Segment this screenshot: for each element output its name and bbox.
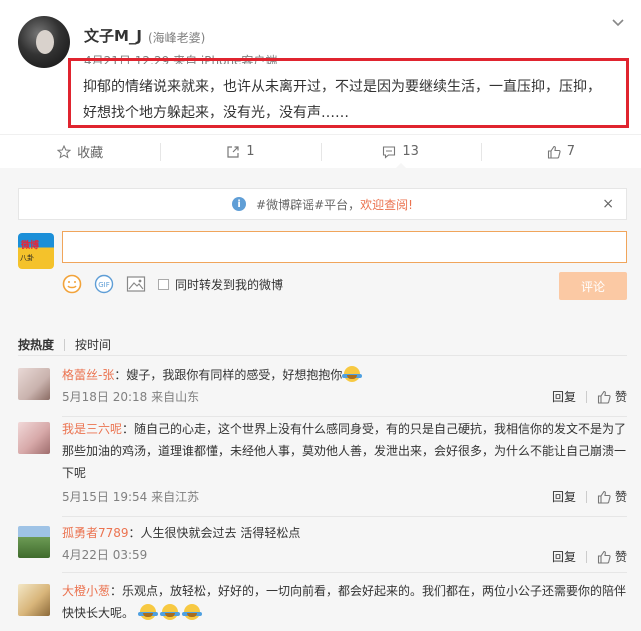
composer-toolbar: GIF 同时转发到我的微博 [62, 274, 283, 294]
star-icon [57, 144, 72, 159]
close-icon[interactable]: × [602, 196, 614, 212]
emoji-icon[interactable] [62, 274, 82, 294]
like-icon[interactable] [597, 490, 611, 504]
like-count: 7 [566, 144, 576, 159]
rumor-notice-banner[interactable]: i #微博辟谣#平台， 欢迎查阅! × [18, 188, 627, 220]
share-icon [227, 145, 239, 158]
forward-label: 同时转发到我的微博 [175, 277, 284, 292]
comment-sort-bar: 按热度 按时间 [18, 336, 111, 353]
sort-by-time[interactable]: 按时间 [75, 336, 111, 353]
commenter-name[interactable]: 大橙小葱 [62, 584, 110, 598]
hug-emoji-icon [138, 604, 159, 620]
comment-actions: 回复 赞 [552, 486, 627, 508]
like-label[interactable]: 赞 [615, 386, 627, 408]
comment-meta: 4月22日 03:59 [62, 548, 148, 562]
comment-item: 孤勇者7789：人生很快就会过去 活得轻松点 4月22日 03:59 回复 赞 [18, 522, 627, 570]
reply-button[interactable]: 回复 [552, 386, 576, 408]
avatar-subtext: 八卦 [20, 254, 34, 262]
info-icon: i [232, 197, 247, 211]
like-icon[interactable] [597, 390, 611, 404]
chevron-down-icon[interactable] [611, 16, 625, 30]
current-user-avatar: 微博 八卦 [18, 233, 54, 269]
author-avatar[interactable] [18, 16, 70, 68]
reply-button[interactable]: 回复 [552, 546, 576, 568]
like-icon[interactable] [597, 550, 611, 564]
comment-meta: 5月18日 20:18 来自山东 [62, 390, 200, 404]
svg-text:GIF: GIF [98, 281, 110, 289]
comment-icon [383, 145, 396, 159]
comment-count: 13 [402, 144, 419, 159]
author-name[interactable]: 文子M_J [84, 25, 142, 46]
favorite-button[interactable]: 收藏 [0, 135, 160, 168]
commenter-name[interactable]: 孤勇者7789 [62, 526, 129, 540]
divider [18, 355, 627, 356]
comment-text: ：嫂子，我跟你有同样的感受，好想抱抱你 [114, 368, 343, 382]
commenter-avatar[interactable] [18, 422, 50, 454]
comment-text: ：随自己的心走，这个世界上没有什么感同身受，有的只是自己硬抗，我相信你的发文不是… [62, 422, 627, 480]
weibo-post-page: 文子M_J (海峰老婆) 4月21日 12:29 来自 iPhone客户端 抑郁… [0, 0, 641, 631]
share-count: 1 [246, 144, 255, 159]
share-button[interactable]: 1 [160, 135, 320, 168]
comment-button[interactable]: 13 [320, 135, 481, 169]
comment-item: 我是三六呢：随自己的心走，这个世界上没有什么感同身受，有的只是自己硬抗，我相信你… [18, 418, 627, 514]
comment-input[interactable] [62, 231, 627, 263]
comment-item: 格蕾丝-张：嫂子，我跟你有同样的感受，好想抱抱你 5月18日 20:18 来自山… [18, 364, 627, 414]
comment-text: ：人生很快就会过去 活得轻松点 [128, 526, 301, 540]
commenter-name[interactable]: 我是三六呢 [62, 422, 122, 436]
hug-emoji-icon [342, 366, 363, 382]
forward-checkbox[interactable] [158, 278, 169, 290]
hug-emoji-icon [160, 604, 181, 620]
commenter-name[interactable]: 格蕾丝-张 [62, 368, 114, 382]
like-label[interactable]: 赞 [615, 486, 627, 508]
commenter-avatar[interactable] [18, 368, 50, 400]
like-label[interactable]: 赞 [615, 546, 627, 568]
favorite-label: 收藏 [77, 146, 104, 161]
comment-item: 大橙小葱：乐观点，放轻松，好好的，一切向前看，都会好起来的。我们都在，两位小公子… [18, 580, 627, 630]
comment-actions: 回复 赞 [552, 386, 627, 408]
comment-meta: 5月15日 19:54 来自江苏 [62, 490, 200, 504]
post-action-bar: 收藏 1 13 7 [0, 134, 641, 169]
avatar-text: 微博 [21, 241, 40, 251]
divider [62, 416, 627, 417]
divider [62, 516, 627, 517]
submit-comment-button[interactable]: 评论 [559, 272, 627, 300]
commenter-avatar[interactable] [18, 526, 50, 558]
sort-by-hot[interactable]: 按热度 [18, 336, 54, 353]
gif-icon[interactable]: GIF [94, 274, 114, 294]
comment-section: i #微博辟谣#平台， 欢迎查阅! × 微博 八卦 GIF 同时转发到我的微博 … [0, 168, 641, 631]
reply-button[interactable]: 回复 [552, 486, 576, 508]
like-button[interactable]: 7 [480, 135, 641, 168]
notice-link[interactable]: 欢迎查阅! [360, 196, 413, 213]
divider [62, 572, 627, 573]
comment-body: 我是三六呢：随自己的心走，这个世界上没有什么感同身受，有的只是自己硬抗，我相信你… [62, 418, 627, 484]
comment-actions: 回复 赞 [552, 546, 627, 568]
like-icon [547, 145, 561, 159]
hug-emoji-icon [182, 604, 203, 620]
post-card: 文子M_J (海峰老婆) 4月21日 12:29 来自 iPhone客户端 抑郁… [0, 0, 641, 130]
comment-body: 格蕾丝-张：嫂子，我跟你有同样的感受，好想抱抱你 [62, 364, 627, 386]
commenter-avatar[interactable] [18, 584, 50, 616]
comment-body: 大橙小葱：乐观点，放轻松，好好的，一切向前看，都会好起来的。我们都在，两位小公子… [62, 580, 627, 624]
author-remark: (海峰老婆) [148, 31, 206, 45]
image-icon[interactable] [126, 274, 146, 294]
post-content: 抑郁的情绪说来就来，也许从未离开过，不过是因为要继续生活，一直压抑，压抑，好想找… [68, 58, 629, 128]
comment-body: 孤勇者7789：人生很快就会过去 活得轻松点 [62, 522, 627, 544]
notice-text: #微博辟谣#平台， [256, 197, 361, 212]
